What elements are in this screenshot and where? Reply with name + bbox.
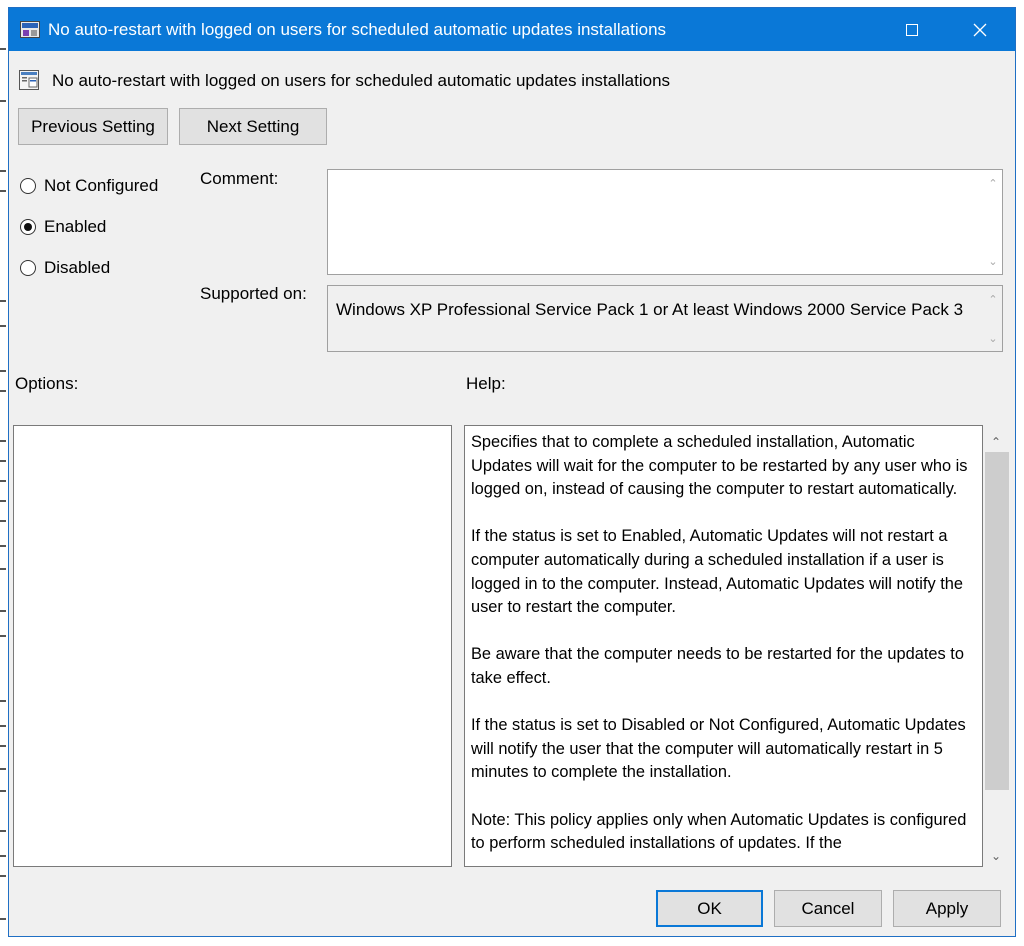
close-button[interactable] — [957, 8, 1003, 51]
policy-dialog: No auto-restart with logged on users for… — [8, 7, 1016, 937]
radio-disabled[interactable]: Disabled — [20, 257, 110, 279]
help-paragraph: Specifies that to complete a scheduled i… — [471, 433, 968, 499]
title-bar[interactable]: No auto-restart with logged on users for… — [9, 8, 1015, 51]
background-window-edge — [0, 0, 8, 946]
radio-label-disabled: Disabled — [44, 258, 111, 277]
maximize-button[interactable] — [889, 8, 935, 51]
help-paragraph: Note: This policy applies only when Auto… — [471, 810, 967, 853]
close-icon — [973, 23, 987, 36]
comment-label: Comment: — [200, 169, 279, 188]
ok-button[interactable]: OK — [656, 890, 763, 927]
help-scrollbar[interactable]: ⌃ ⌄ — [983, 425, 1009, 867]
radio-label-not-configured: Not Configured — [44, 176, 159, 195]
radio-not-configured[interactable]: Not Configured — [20, 175, 158, 197]
supported-on-value: Windows XP Professional Service Pack 1 o… — [336, 300, 964, 319]
radio-enabled[interactable]: Enabled — [20, 216, 106, 238]
cancel-button[interactable]: Cancel — [774, 890, 882, 927]
policy-app-icon — [20, 21, 40, 38]
help-paragraph: If the status is set to Disabled or Not … — [471, 716, 966, 782]
comment-scrollbar[interactable]: ⌃ ⌄ — [984, 170, 1002, 274]
apply-button[interactable]: Apply — [893, 890, 1001, 927]
scroll-down-icon[interactable]: ⌄ — [987, 256, 999, 268]
scroll-down-icon[interactable]: ⌄ — [989, 849, 1003, 863]
scroll-down-icon[interactable]: ⌄ — [987, 333, 999, 345]
supported-on-label: Supported on: — [200, 284, 307, 303]
scroll-up-icon[interactable]: ⌃ — [987, 178, 999, 190]
scroll-up-icon[interactable]: ⌃ — [987, 294, 999, 306]
radio-label-enabled: Enabled — [44, 217, 107, 236]
supported-on-field: Windows XP Professional Service Pack 1 o… — [327, 285, 1003, 352]
options-panel — [13, 425, 452, 867]
next-setting-button[interactable]: Next Setting — [179, 108, 327, 145]
radio-circle-selected[interactable] — [20, 219, 36, 235]
radio-circle[interactable] — [20, 178, 36, 194]
policy-setting-icon — [19, 70, 39, 90]
help-text: Specifies that to complete a scheduled i… — [471, 431, 979, 866]
help-panel[interactable]: Specifies that to complete a scheduled i… — [464, 425, 983, 867]
maximize-icon — [906, 23, 918, 36]
help-scrollbar-thumb[interactable] — [985, 452, 1009, 790]
help-paragraph: Be aware that the computer needs to be r… — [471, 645, 964, 687]
options-label: Options: — [15, 374, 79, 393]
window-title: No auto-restart with logged on users for… — [48, 20, 667, 39]
radio-circle[interactable] — [20, 260, 36, 276]
supported-scrollbar[interactable]: ⌃ ⌄ — [984, 286, 1002, 351]
help-label: Help: — [466, 374, 506, 393]
previous-setting-button[interactable]: Previous Setting — [18, 108, 168, 145]
comment-field[interactable]: ⌃ ⌄ — [327, 169, 1003, 275]
policy-title: No auto-restart with logged on users for… — [52, 71, 671, 90]
help-paragraph: If the status is set to Enabled, Automat… — [471, 527, 964, 617]
scroll-up-icon[interactable]: ⌃ — [989, 435, 1003, 449]
